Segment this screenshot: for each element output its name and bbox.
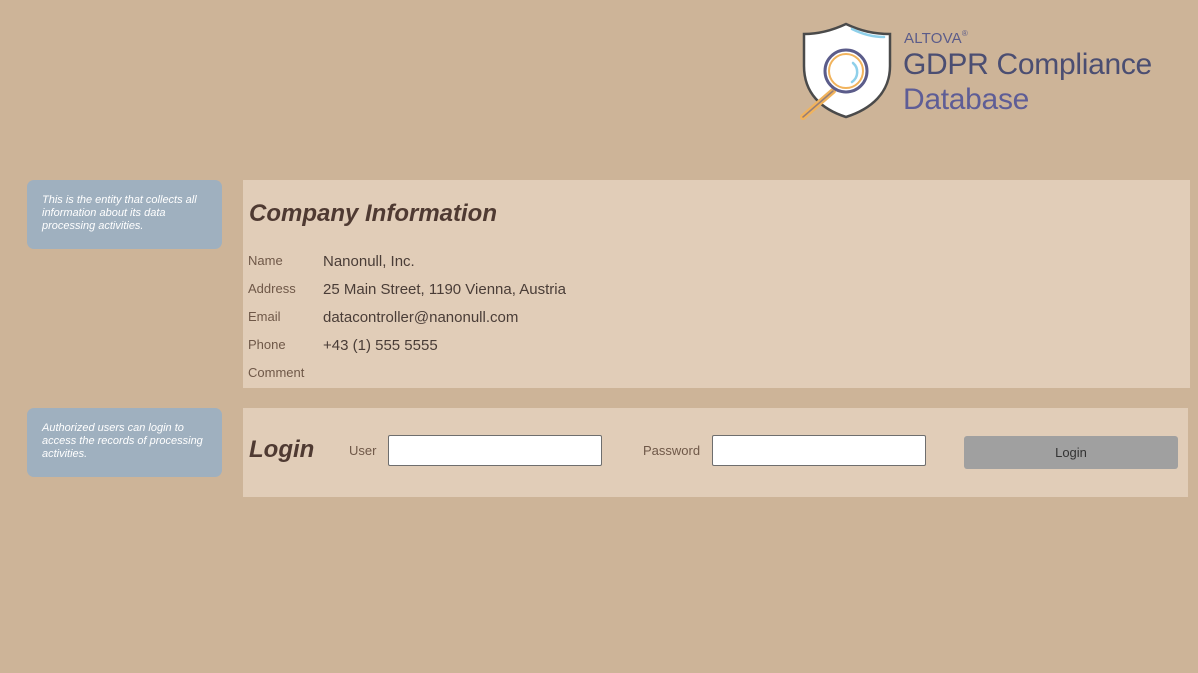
login-button[interactable]: Login [964,436,1178,469]
address-value: 25 Main Street, 1190 Vienna, Austria [323,281,566,298]
company-info-panel: Company Information Name Nanonull, Inc. … [243,180,1190,388]
user-input[interactable] [388,435,602,466]
email-label: Email [248,309,281,324]
login-title: Login [249,436,315,463]
company-info-title: Company Information [249,200,498,227]
company-info-note: This is the entity that collects all inf… [27,180,222,249]
password-input[interactable] [712,435,926,466]
login-panel: Login User Password Login [243,408,1188,497]
shield-magnifier-icon [800,22,892,120]
phone-value: +43 (1) 555 5555 [323,337,438,354]
address-label: Address [248,281,296,296]
app-logo: ALTOVA® GDPR Compliance Database [796,20,1166,124]
password-label: Password [643,443,701,458]
brand-name: ALTOVA® [904,29,968,47]
comment-label: Comment [248,365,305,380]
product-title-line1: GDPR Compliance [903,48,1152,81]
product-title-line2: Database [903,83,1030,116]
name-label: Name [248,253,283,268]
name-value: Nanonull, Inc. [323,253,415,270]
phone-label: Phone [248,337,286,352]
login-note: Authorized users can login to access the… [27,408,222,477]
user-label: User [349,443,377,458]
email-value: datacontroller@nanonull.com [323,309,519,326]
